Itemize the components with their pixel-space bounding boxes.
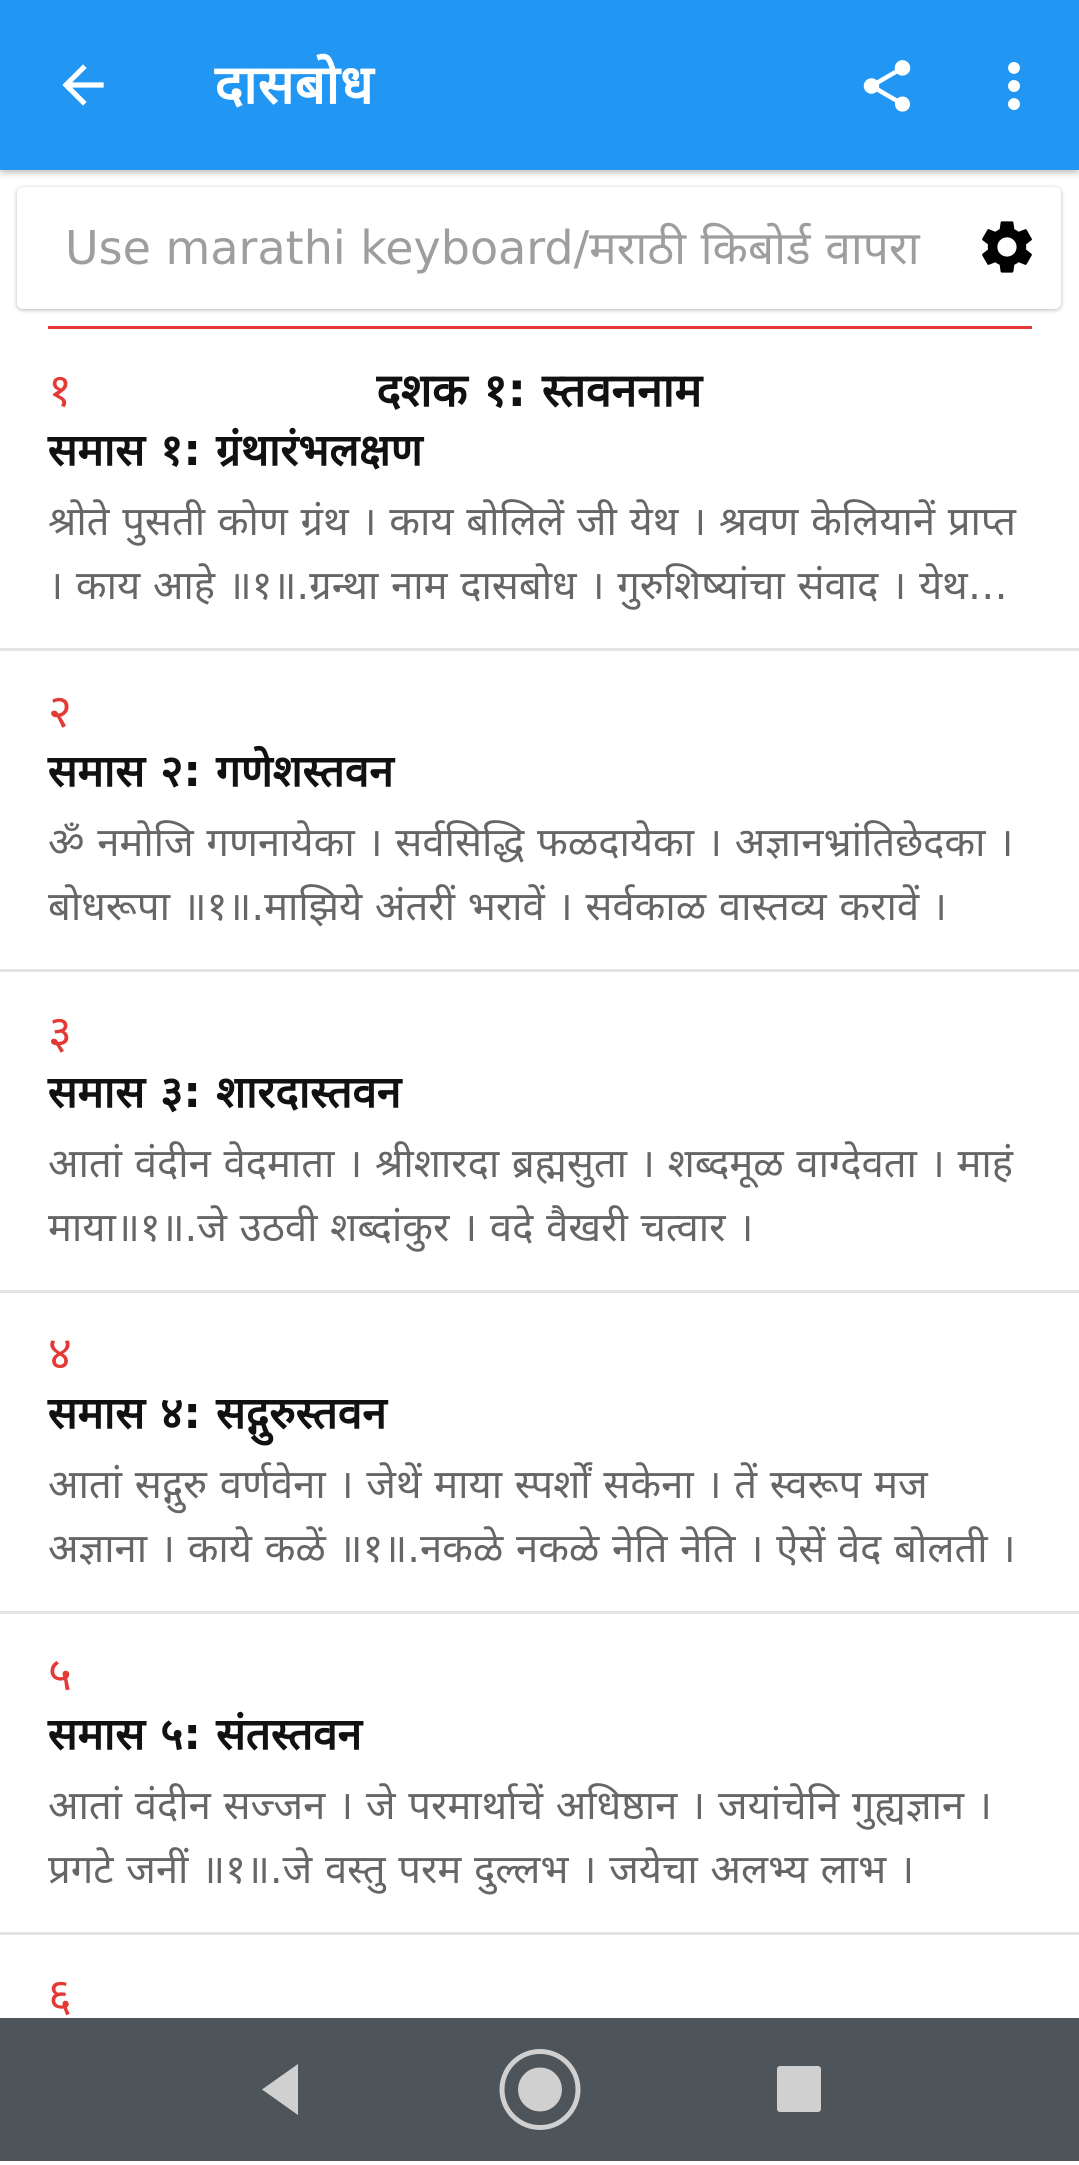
arrow-left-icon[interactable] — [52, 54, 114, 116]
dashak-heading: दशक १: स्तवननाम — [376, 363, 703, 417]
samas-preview: ॐ नमोजि गणनायेका । सर्वसिद्धि फळदायेका ।… — [48, 820, 1014, 930]
samas-preview: आतां वंदीन वेदमाता । श्रीशारदा ब्रह्मसुत… — [48, 1141, 1013, 1251]
share-icon[interactable] — [856, 55, 918, 117]
samas-preview: श्रोते पुसती कोण ग्रंथ । काय बोलिलें जी … — [48, 499, 1016, 609]
gear-icon[interactable] — [975, 215, 1039, 279]
list-item[interactable]: ५ समास ५: संतस्तवन आतां वंदीन सज्जन । जे… — [0, 1614, 1079, 1935]
list-item[interactable]: २ समास २: गणेशस्तवन ॐ नमोजि गणनायेका । स… — [0, 651, 1079, 972]
list-item[interactable]: १ दशक १: स्तवननाम समास १: ग्रंथारंभलक्षण… — [0, 330, 1079, 651]
divider-red — [48, 326, 1032, 329]
list-item[interactable]: ४ समास ४: सद्गुरुस्तवन आतां सद्गुरु वर्ण… — [0, 1293, 1079, 1614]
samas-title: समास १: ग्रंथारंभलक्षण — [48, 425, 423, 476]
samas-preview: आतां सद्गुरु वर्णवेना । जेथें माया स्पर्… — [48, 1462, 1016, 1572]
item-number: ४ — [48, 1326, 72, 1380]
samas-title: समास ४: सद्गुरुस्तवन — [48, 1388, 387, 1439]
search-input[interactable] — [65, 215, 955, 281]
nav-recents-icon[interactable] — [774, 2018, 824, 2161]
item-number: ५ — [48, 1647, 72, 1701]
item-number: २ — [48, 684, 72, 738]
samas-title: समास ५: संतस्तवन — [48, 1709, 363, 1760]
samas-preview: आतां वंदीन सज्जन । जे परमार्थाचें अधिष्ठ… — [48, 1783, 992, 1893]
page-title: दासबोध — [215, 53, 375, 116]
samas-list: १ दशक १: स्तवननाम समास १: ग्रंथारंभलक्षण… — [0, 330, 1079, 2055]
search-box — [17, 187, 1061, 309]
list-item[interactable]: ३ समास ३: शारदास्तवन आतां वंदीन वेदमाता … — [0, 972, 1079, 1293]
item-number: ६ — [48, 1968, 72, 2022]
system-nav-bar — [0, 2018, 1079, 2161]
app-bar: दासबोध — [0, 0, 1079, 170]
item-number: ३ — [48, 1005, 72, 1059]
nav-back-icon[interactable] — [250, 2018, 310, 2161]
nav-home-icon[interactable] — [497, 2018, 583, 2161]
more-vert-icon[interactable] — [990, 55, 1038, 117]
samas-title: समास २: गणेशस्तवन — [48, 746, 394, 797]
samas-title: समास ३: शारदास्तवन — [48, 1067, 402, 1118]
